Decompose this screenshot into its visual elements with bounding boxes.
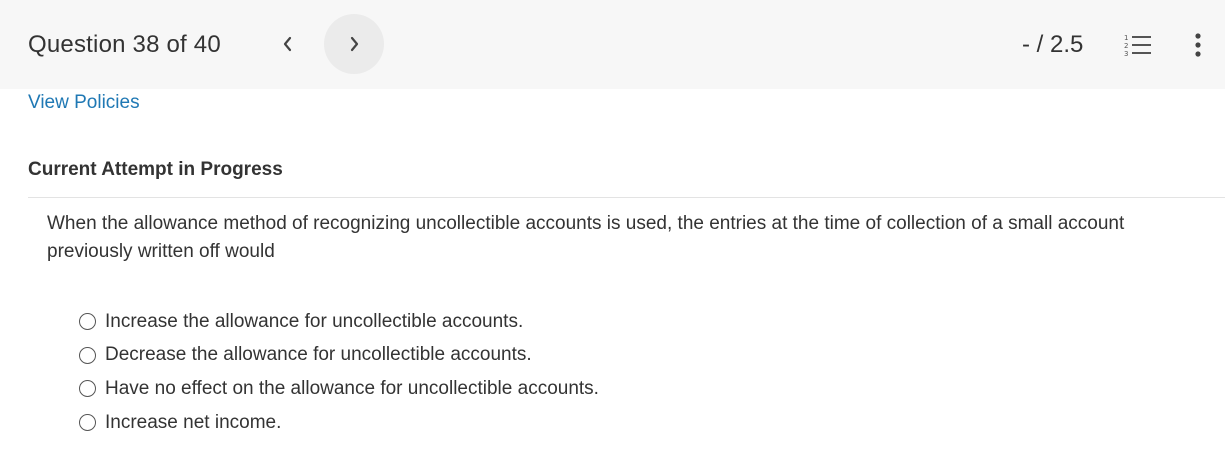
question-text: When the allowance method of recognizing… [47, 213, 1125, 262]
answer-option-label: Increase net income. [105, 411, 282, 433]
svg-text:3: 3 [1124, 50, 1128, 57]
radio-button[interactable] [79, 414, 96, 432]
attempt-status-heading: Current Attempt in Progress [28, 159, 283, 180]
chevron-right-icon [350, 36, 359, 52]
radio-button[interactable] [79, 313, 96, 331]
answer-option-label: Have no effect on the allowance for unco… [105, 377, 599, 399]
question-content: View Policies Current Attempt in Progres… [0, 89, 1225, 457]
answer-option-label: Decrease the allowance for uncollectible… [105, 344, 532, 366]
question-counter: Question 38 of 40 [28, 31, 221, 58]
question-header: Question 38 of 40 - / 2.5 1 2 3 [0, 0, 1225, 89]
answer-option[interactable]: Decrease the allowance for uncollectible… [79, 339, 599, 373]
radio-button[interactable] [79, 346, 96, 364]
answer-options: Increase the allowance for uncollectible… [79, 305, 599, 439]
answer-option-label: Increase the allowance for uncollectible… [105, 310, 524, 332]
chevron-left-icon [283, 36, 292, 52]
answer-option[interactable]: Increase the allowance for uncollectible… [79, 305, 599, 339]
view-policies-link[interactable]: View Policies [28, 92, 140, 114]
radio-button[interactable] [79, 380, 96, 398]
question-score: - / 2.5 [1022, 31, 1084, 58]
answer-option[interactable]: Increase net income. [79, 406, 599, 440]
svg-text:1: 1 [1124, 34, 1128, 42]
numbered-list-icon[interactable]: 1 2 3 [1124, 33, 1152, 57]
previous-question-button[interactable] [258, 14, 318, 74]
question-panel: When the allowance method of recognizing… [28, 198, 1225, 457]
more-vertical-icon[interactable] [1186, 31, 1210, 61]
answer-option[interactable]: Have no effect on the allowance for unco… [79, 372, 599, 406]
svg-text:2: 2 [1124, 42, 1128, 50]
next-question-button[interactable] [324, 14, 384, 74]
